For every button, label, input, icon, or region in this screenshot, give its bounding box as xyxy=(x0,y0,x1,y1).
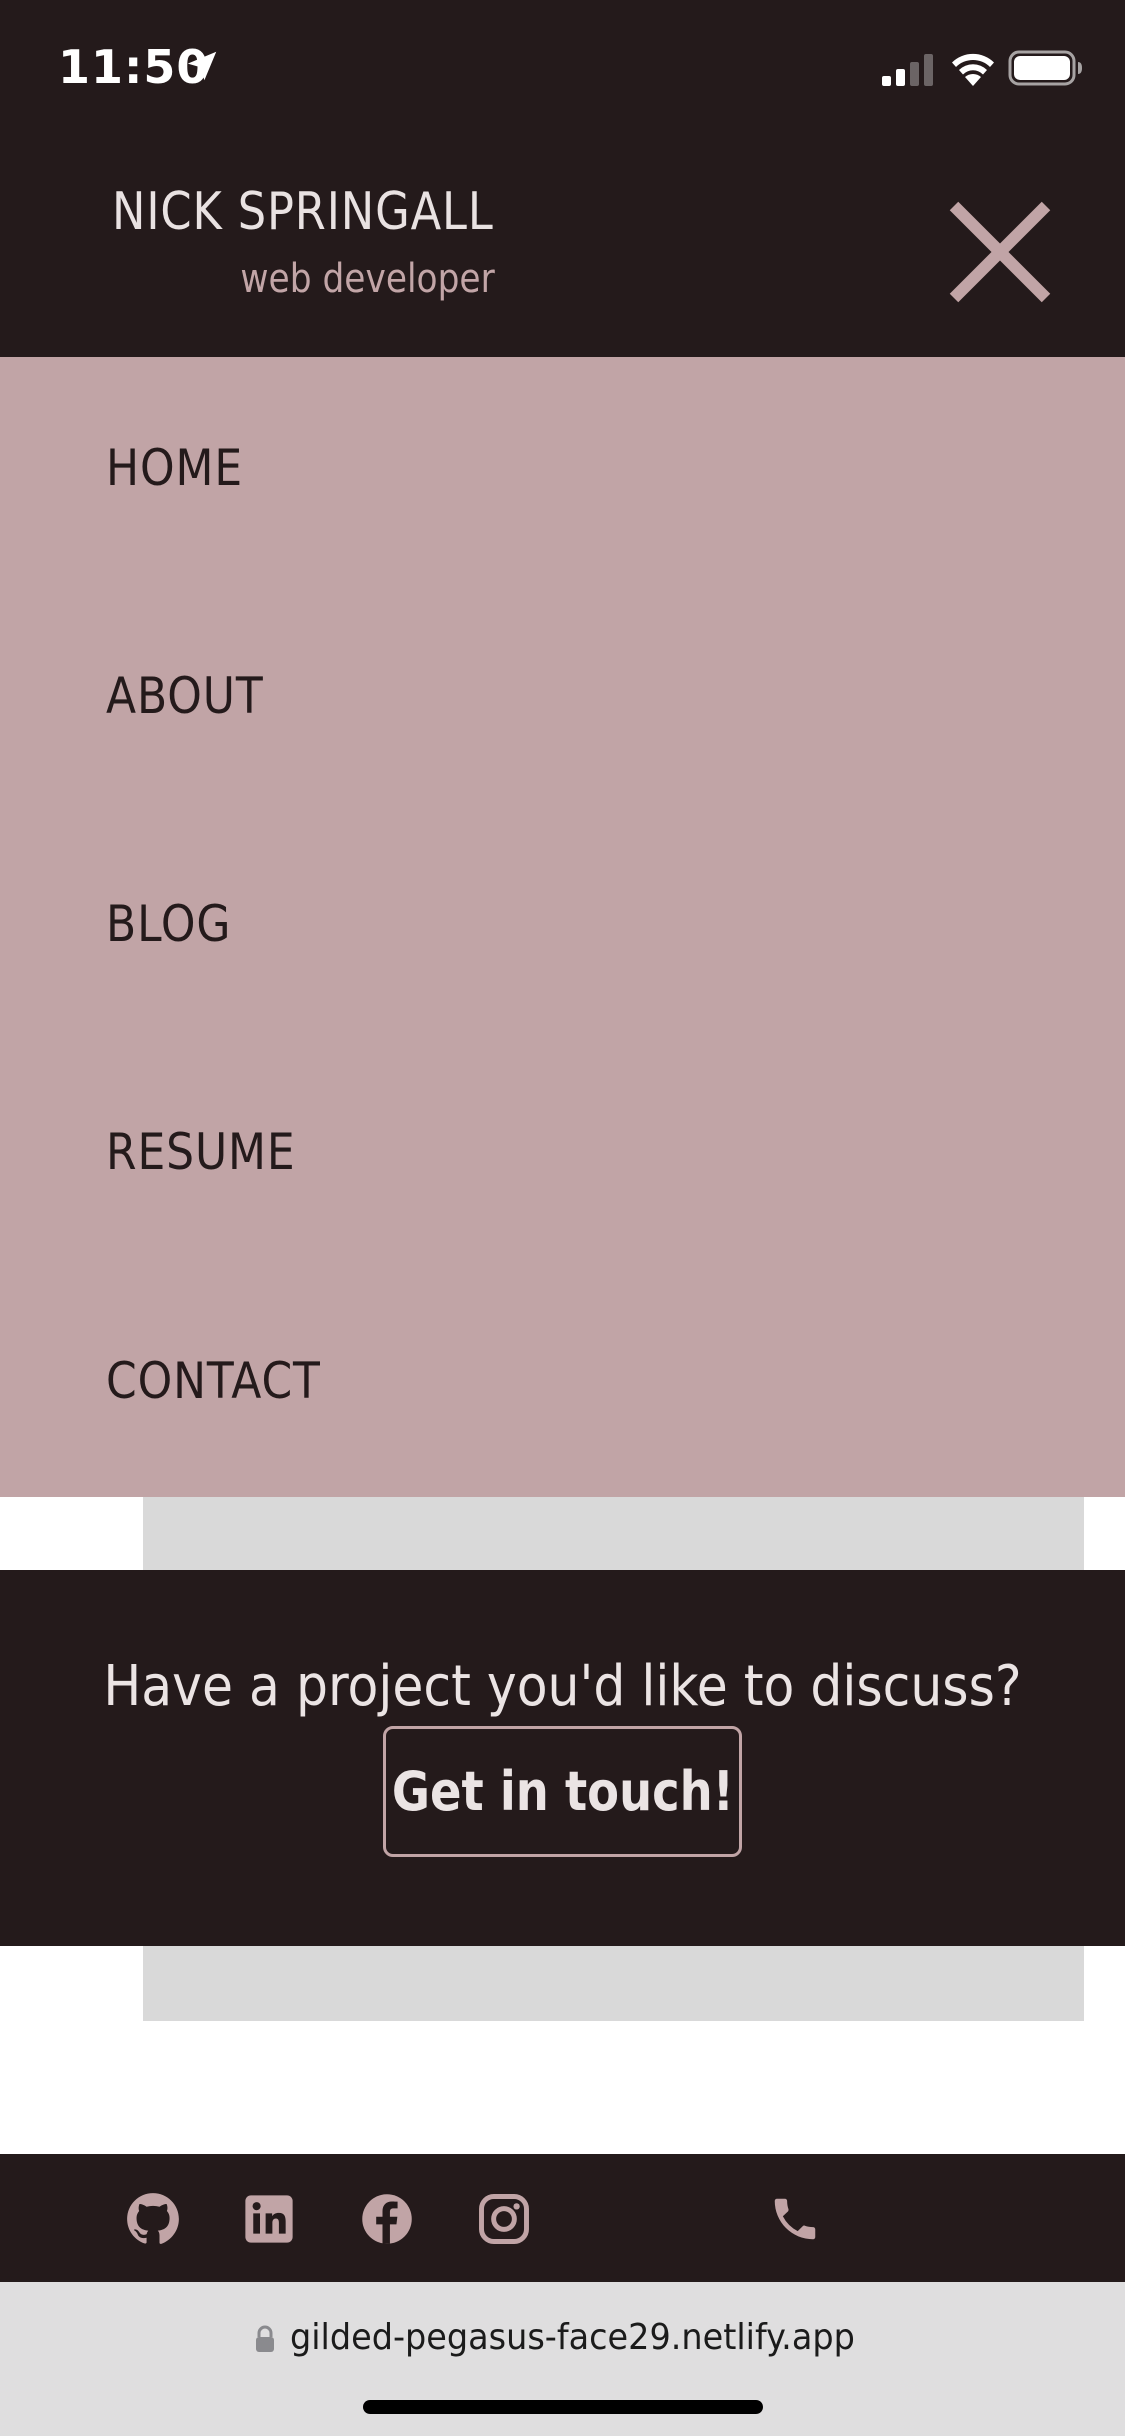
nav-menu: HOME ABOUT BLOG RESUME CONTACT xyxy=(0,357,1125,1497)
get-in-touch-label: Get in touch! xyxy=(391,1760,734,1823)
battery-icon xyxy=(1008,50,1082,86)
site-name[interactable]: NICK SPRINGALL xyxy=(112,182,494,242)
site-footer xyxy=(0,2154,1125,2282)
cta-text: Have a project you'd like to discuss? xyxy=(103,1654,1022,1719)
url-text[interactable]: gilded-pegasus-face29.netlify.app xyxy=(290,2317,855,2358)
cellular-signal-icon xyxy=(882,54,933,86)
location-arrow-icon xyxy=(187,51,217,81)
browser-address-bar[interactable]: gilded-pegasus-face29.netlify.app xyxy=(0,2282,1125,2436)
content-placeholder-bottom xyxy=(143,1946,1084,2021)
github-icon[interactable] xyxy=(126,2192,180,2246)
home-indicator[interactable] xyxy=(363,2400,763,2414)
nav-item-contact[interactable]: CONTACT xyxy=(106,1352,321,1410)
nav-item-blog[interactable]: BLOG xyxy=(106,895,231,953)
close-icon[interactable] xyxy=(940,192,1060,312)
cta-section: Have a project you'd like to discuss? Ge… xyxy=(0,1570,1125,1946)
instagram-icon[interactable] xyxy=(477,2192,531,2246)
status-bar: 11:50 xyxy=(0,0,1125,140)
nav-item-home[interactable]: HOME xyxy=(106,439,243,497)
wifi-icon xyxy=(952,53,994,86)
site-header: NICK SPRINGALL web developer xyxy=(0,140,1125,357)
nav-item-resume[interactable]: RESUME xyxy=(106,1123,296,1181)
linkedin-icon[interactable] xyxy=(242,2192,296,2246)
get-in-touch-button[interactable]: Get in touch! xyxy=(383,1726,742,1857)
content-placeholder-top xyxy=(143,1497,1084,1570)
nav-item-about[interactable]: ABOUT xyxy=(106,667,264,725)
facebook-icon[interactable] xyxy=(360,2192,414,2246)
lock-icon xyxy=(256,2325,274,2352)
site-tagline: web developer xyxy=(240,256,495,302)
phone-icon[interactable] xyxy=(768,2192,822,2246)
